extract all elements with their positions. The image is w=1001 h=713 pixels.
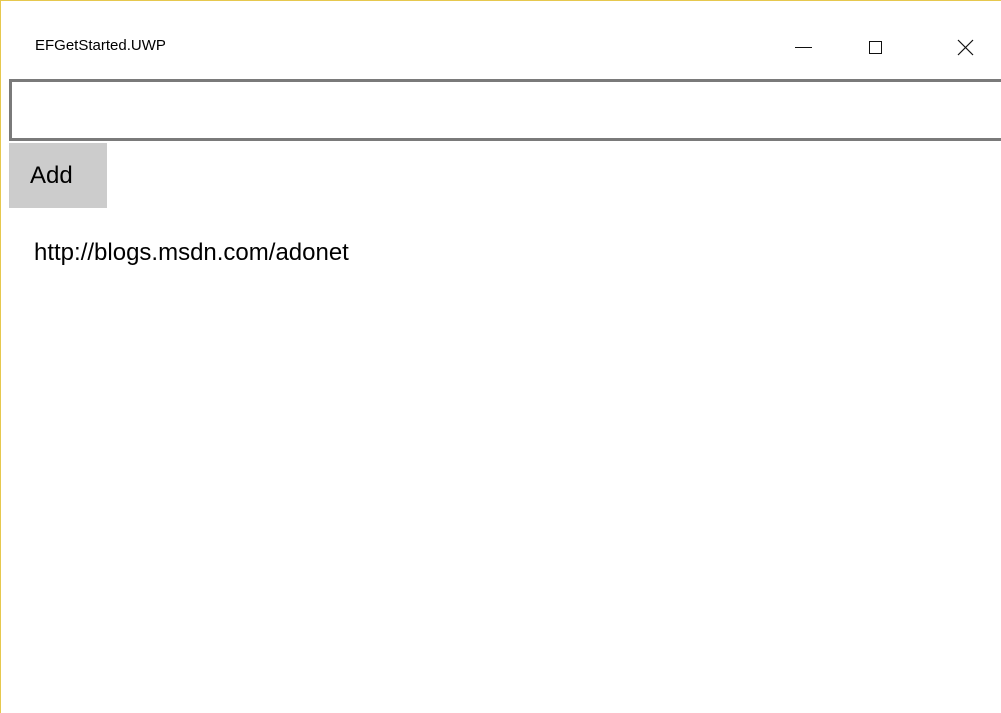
window-title: EFGetStarted.UWP [35,37,166,54]
close-button[interactable] [942,29,988,65]
maximize-icon [868,40,882,54]
list-item[interactable]: http://blogs.msdn.com/adonet [34,234,349,272]
minimize-button[interactable] [780,29,826,65]
minimize-icon [794,46,812,48]
close-icon [957,39,973,55]
blog-list: http://blogs.msdn.com/adonet [34,234,349,272]
app-window: EFGetStarted.UWP Add http://blogs.msdn.c… [0,0,1001,713]
maximize-button[interactable] [852,29,898,65]
add-button[interactable]: Add [9,143,107,208]
blog-url-input[interactable] [9,79,1001,141]
title-bar[interactable]: EFGetStarted.UWP [1,1,1001,76]
